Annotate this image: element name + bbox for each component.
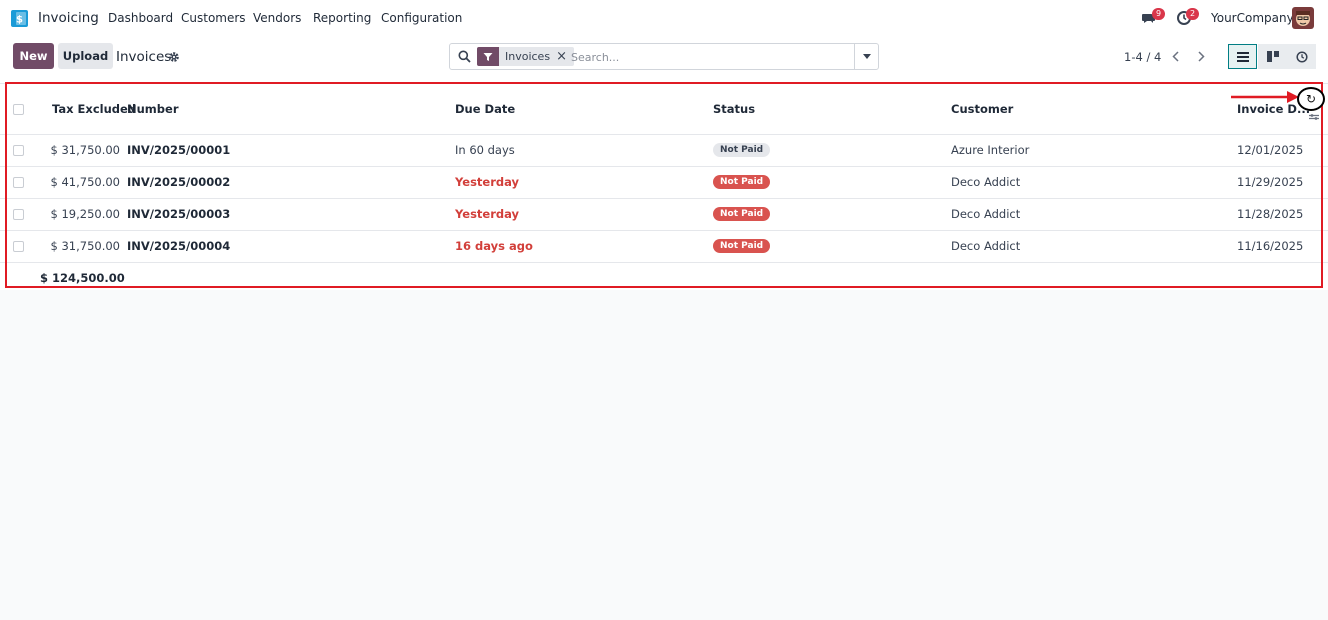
refresh-circle-annotation[interactable]: ↻ [1297, 87, 1325, 111]
top-navbar: $ Invoicing Dashboard Customers Vendors … [0, 0, 1328, 36]
svg-text:$: $ [16, 15, 23, 26]
list-view-content: Tax Excluded Number Due Date Status Cust… [0, 83, 1328, 620]
kanban-icon [1266, 51, 1279, 62]
table-row[interactable]: $ 31,750.00 INV/2025/00004 16 days ago N… [0, 231, 1328, 263]
company-switcher[interactable]: YourCompany [1211, 11, 1294, 25]
total-tax-excluded: $ 124,500.00 [40, 271, 125, 285]
header-number[interactable]: Number [127, 102, 179, 116]
filter-icon [477, 47, 499, 66]
cell-customer: Deco Addict [951, 207, 1021, 221]
pager-next-button[interactable] [1190, 45, 1212, 67]
activities-count-badge: 2 [1186, 8, 1199, 20]
cell-invoice-date: 11/29/2025 [1237, 175, 1304, 189]
table-header-row: Tax Excluded Number Due Date Status Cust… [0, 84, 1328, 135]
cell-customer: Deco Addict [951, 175, 1021, 189]
status-badge: Not Paid [713, 143, 771, 157]
cell-due-date: In 60 days [455, 143, 515, 157]
status-badge: Not Paid [713, 175, 771, 189]
status-badge: Not Paid [713, 207, 771, 221]
table-row[interactable]: $ 31,750.00 INV/2025/00001 In 60 days No… [0, 135, 1328, 167]
cell-tax-excluded: $ 31,750.00 [50, 143, 121, 157]
header-due-date[interactable]: Due Date [455, 102, 515, 116]
row-checkbox[interactable] [13, 177, 24, 188]
cell-number: INV/2025/00003 [127, 207, 231, 221]
cell-number: INV/2025/00001 [127, 143, 231, 157]
header-customer[interactable]: Customer [951, 102, 1013, 116]
menu-customers[interactable]: Customers [181, 11, 246, 25]
clock-icon [1295, 50, 1308, 63]
kanban-view-button[interactable] [1258, 44, 1287, 69]
header-status[interactable]: Status [713, 102, 755, 116]
refresh-icon: ↻ [1305, 92, 1317, 106]
search-icon[interactable] [458, 50, 471, 63]
menu-configuration[interactable]: Configuration [381, 11, 462, 25]
filter-facet-label: Invoices [505, 50, 551, 63]
header-tax-excluded[interactable]: Tax Excluded [52, 102, 136, 116]
filter-facet: Invoices × [477, 47, 574, 66]
chevron-right-icon [1197, 50, 1205, 62]
list-view-button[interactable] [1228, 44, 1257, 69]
select-all-checkbox[interactable] [13, 104, 24, 115]
cell-customer: Deco Addict [951, 239, 1021, 253]
pager-value[interactable]: 1-4 / 4 [1124, 50, 1161, 64]
search-bar: Invoices × [449, 43, 879, 70]
cell-due-date: Yesterday [455, 207, 520, 221]
user-avatar[interactable] [1292, 7, 1314, 29]
menu-dashboard[interactable]: Dashboard [108, 11, 173, 25]
cell-invoice-date: 11/16/2025 [1237, 239, 1304, 253]
cell-number: INV/2025/00004 [127, 239, 231, 253]
cell-tax-excluded: $ 31,750.00 [50, 239, 121, 253]
cell-due-date: Yesterday [455, 175, 520, 189]
row-checkbox[interactable] [13, 209, 24, 220]
cell-customer: Azure Interior [951, 143, 1030, 157]
app-name[interactable]: Invoicing [38, 10, 99, 26]
table-row[interactable]: $ 41,750.00 INV/2025/00002 Yesterday Not… [0, 167, 1328, 199]
search-options-toggle[interactable] [854, 44, 878, 69]
status-badge: Not Paid [713, 239, 771, 253]
cell-invoice-date: 11/28/2025 [1237, 207, 1304, 221]
invoicing-app-icon[interactable]: $ [11, 10, 28, 27]
list-icon [1236, 51, 1249, 62]
cell-due-date: 16 days ago [455, 239, 533, 253]
cell-tax-excluded: $ 19,250.00 [50, 207, 121, 221]
row-checkbox[interactable] [13, 145, 24, 156]
optional-columns-toggle-icon[interactable] [1308, 113, 1320, 121]
menu-vendors[interactable]: Vendors [253, 11, 301, 25]
cell-tax-excluded: $ 41,750.00 [50, 175, 121, 189]
table-row[interactable]: $ 19,250.00 INV/2025/00003 Yesterday Not… [0, 199, 1328, 231]
page-title[interactable]: Invoices [116, 49, 171, 65]
gear-icon[interactable] [168, 51, 180, 63]
caret-down-icon [862, 54, 871, 59]
upload-button[interactable]: Upload [58, 43, 113, 69]
messages-count-badge: 9 [1152, 8, 1165, 20]
chevron-left-icon [1171, 50, 1179, 62]
activity-view-button[interactable] [1287, 44, 1316, 69]
cell-number: INV/2025/00002 [127, 175, 231, 189]
pager-previous-button[interactable] [1164, 45, 1186, 67]
cell-invoice-date: 12/01/2025 [1237, 143, 1304, 157]
table-footer-row: $ 124,500.00 [0, 263, 1328, 290]
menu-reporting[interactable]: Reporting [313, 11, 371, 25]
row-checkbox[interactable] [13, 241, 24, 252]
search-input[interactable] [571, 48, 851, 66]
new-button[interactable]: New [13, 43, 54, 69]
